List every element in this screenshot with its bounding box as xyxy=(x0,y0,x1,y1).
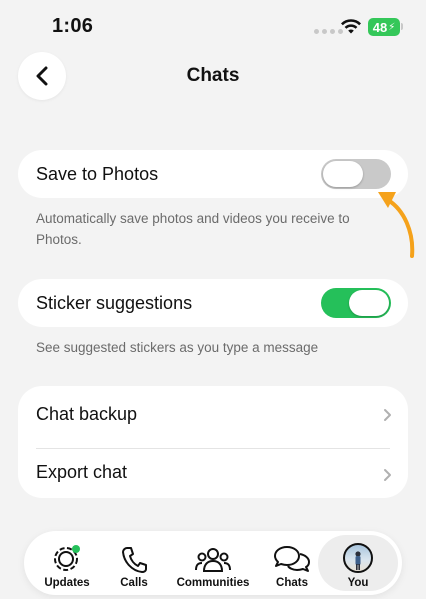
avatar xyxy=(343,543,373,573)
communities-icon xyxy=(195,548,231,572)
status-time: 1:06 xyxy=(52,15,94,37)
sticker-suggestions-label: Sticker suggestions xyxy=(36,293,193,313)
tab-you-label: You xyxy=(347,577,369,589)
tab-communities-label: Communities xyxy=(176,577,250,589)
status-bar: 1:06 48 ⚡ xyxy=(0,0,426,56)
tab-calls-label: Calls xyxy=(120,577,148,589)
battery-level: 48 xyxy=(372,19,388,35)
battery-icon: 48 ⚡ xyxy=(368,18,400,36)
chat-options-group: Chat backup Export chat xyxy=(18,386,408,498)
tab-updates[interactable]: Updates xyxy=(38,531,96,595)
chat-backup-label: Chat backup xyxy=(36,404,138,424)
tab-calls[interactable]: Calls xyxy=(110,531,158,595)
save-to-photos-row[interactable]: Save to Photos xyxy=(18,150,408,198)
save-to-photos-caption: Automatically save photos and videos you… xyxy=(36,211,350,247)
wifi-icon xyxy=(341,19,361,34)
tab-chats-label: Chats xyxy=(276,577,308,589)
updates-icon xyxy=(54,545,80,571)
annotation-arrow-icon xyxy=(378,192,415,258)
export-chat-row[interactable]: Export chat xyxy=(18,449,408,498)
chat-backup-row[interactable]: Chat backup xyxy=(18,386,408,442)
chevron-right-icon xyxy=(384,469,391,481)
save-to-photos-label: Save to Photos xyxy=(36,164,159,184)
tab-chats[interactable]: Chats xyxy=(266,531,318,595)
export-chat-label: Export chat xyxy=(36,462,128,482)
chats-icon xyxy=(274,546,310,572)
cellular-signal-icon xyxy=(314,29,343,34)
chevron-right-icon xyxy=(384,409,391,421)
toggle-knob xyxy=(349,290,389,316)
page-title: Chats xyxy=(186,65,240,86)
sticker-suggestions-row[interactable]: Sticker suggestions xyxy=(18,279,408,327)
sticker-suggestions-toggle[interactable] xyxy=(321,288,391,318)
phone-icon xyxy=(122,547,147,573)
tab-you[interactable]: You xyxy=(330,531,386,595)
toggle-knob xyxy=(323,161,363,187)
battery-cap xyxy=(401,23,403,30)
tab-bar: Updates Calls Communities Chats You xyxy=(24,531,402,595)
tab-updates-label: Updates xyxy=(44,577,90,589)
sticker-suggestions-caption: See suggested stickers as you type a mes… xyxy=(36,340,319,355)
tab-communities[interactable]: Communities xyxy=(172,531,254,595)
